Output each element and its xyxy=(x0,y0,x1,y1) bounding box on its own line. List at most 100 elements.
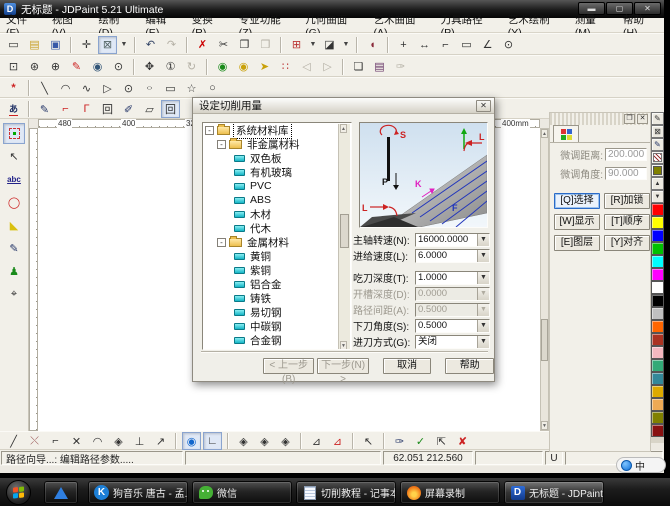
dialog-title-bar[interactable]: 设定切削用量 ✕ xyxy=(193,98,494,114)
delete-red-icon[interactable]: ✘ xyxy=(453,432,472,450)
combobox-arrow-icon[interactable]: ▼ xyxy=(477,272,489,284)
point-red-icon[interactable]: * xyxy=(4,79,23,97)
tree-item[interactable]: 易切钢 xyxy=(203,305,351,319)
tree-expander-icon[interactable]: - xyxy=(205,126,214,135)
cut-icon[interactable]: ✂ xyxy=(214,36,233,54)
color-swatch[interactable] xyxy=(651,320,664,333)
tree-scroll-down-icon[interactable]: ▼ xyxy=(340,341,347,350)
color-swatch[interactable] xyxy=(651,229,664,242)
tree-item[interactable]: 紫铜 xyxy=(203,263,351,277)
tree-item[interactable]: PVC xyxy=(203,179,351,193)
color-swatch[interactable] xyxy=(651,203,664,216)
measure-circle-icon[interactable]: ⊙ xyxy=(499,36,518,54)
node-arrow-icon[interactable]: ↖ xyxy=(3,146,25,167)
fill-lamp-icon[interactable]: ◣ xyxy=(3,215,25,236)
eye-icon[interactable]: ◉ xyxy=(88,58,107,76)
snap-cross-icon[interactable]: ✕ xyxy=(67,432,86,450)
taskbar-pinned-app[interactable] xyxy=(44,481,78,504)
color-swatch[interactable] xyxy=(651,255,664,268)
color-swatch[interactable] xyxy=(651,333,664,346)
color-swatch[interactable] xyxy=(651,385,664,398)
arc-icon[interactable]: ◠ xyxy=(56,79,75,97)
combobox-arrow-icon[interactable]: ▼ xyxy=(477,250,489,262)
scroll-up-icon[interactable]: ▲ xyxy=(541,129,548,138)
snap-corner-icon[interactable]: ⌐ xyxy=(46,432,65,450)
bulb-cursor-icon[interactable]: ➤ xyxy=(255,58,274,76)
tree-scrollbar[interactable]: ▲ ▼ xyxy=(338,124,350,350)
tree-expander-icon[interactable]: - xyxy=(217,140,226,149)
measure-angle-icon[interactable]: ∠ xyxy=(478,36,497,54)
color-swatch[interactable] xyxy=(651,424,664,437)
pick-box-icon[interactable] xyxy=(3,123,25,144)
panel-close-icon[interactable]: ✕ xyxy=(637,114,648,124)
circle-center-icon[interactable]: ⊙ xyxy=(119,79,138,97)
tree-item[interactable]: 黄铜 xyxy=(203,249,351,263)
color-swatch[interactable] xyxy=(651,307,664,320)
start-button[interactable] xyxy=(6,480,31,505)
delete-icon[interactable]: ✗ xyxy=(193,36,212,54)
field-combobox[interactable]: 关闭▼ xyxy=(415,335,490,349)
bulb-yellow-icon[interactable]: ◉ xyxy=(234,58,253,76)
drop-icon[interactable]: ▼ xyxy=(308,36,318,54)
solid-view-icon[interactable]: ◪ xyxy=(320,36,339,54)
taskbar-item-notepad[interactable]: 切削教程 - 记事本 xyxy=(296,481,396,504)
drop-icon[interactable]: ▼ xyxy=(119,36,129,54)
text-vert-icon[interactable]: あ xyxy=(4,100,23,118)
taskbar-item-jdpaint[interactable]: D无标题 - JDPaint ... xyxy=(504,481,604,504)
node-move-icon[interactable]: ⇱ xyxy=(432,432,451,450)
panel-button[interactable]: [E]图层 xyxy=(554,235,600,251)
zoom-window-icon[interactable]: ⊡ xyxy=(4,58,23,76)
tool-edit-icon[interactable]: ✑ xyxy=(390,432,409,450)
book-icon[interactable]: ❏ xyxy=(349,58,368,76)
scroll-down-icon[interactable]: ▼ xyxy=(651,190,664,203)
bulb-green-icon[interactable]: ◉ xyxy=(213,58,232,76)
undo-icon[interactable]: ↶ xyxy=(141,36,160,54)
lamp-icon[interactable]: ◖ xyxy=(363,36,382,54)
line-icon[interactable]: ╲ xyxy=(35,79,54,97)
measure-point-icon[interactable]: + xyxy=(394,36,413,54)
segment-icon[interactable]: ╱ xyxy=(4,432,23,450)
plane-a-icon[interactable]: ⊿ xyxy=(307,432,326,450)
panel-button[interactable]: [Q]选择 xyxy=(554,193,600,209)
tree-item[interactable]: 双色板 xyxy=(203,151,351,165)
tool-draw-icon[interactable]: ✓ xyxy=(411,432,430,450)
back-button[interactable]: < 上一步(B) xyxy=(263,358,314,374)
combobox-arrow-icon[interactable]: ▼ xyxy=(477,320,489,332)
tree-scroll-thumb[interactable] xyxy=(340,214,349,248)
panel-button[interactable]: [R]加锁 xyxy=(604,193,650,209)
cursor-pick-icon[interactable]: ↖ xyxy=(359,432,378,450)
tree-item[interactable]: 木材 xyxy=(203,207,351,221)
ellipse-icon[interactable]: ○ xyxy=(140,79,159,97)
copy-icon[interactable]: ❐ xyxy=(235,36,254,54)
polygon-icon[interactable]: ▷ xyxy=(98,79,117,97)
brush-icon[interactable]: ✎ xyxy=(651,138,664,151)
ellipse-nodes-icon[interactable]: ◯ xyxy=(3,192,25,213)
tree-item[interactable]: -金属材料 xyxy=(203,235,351,249)
rect-icon[interactable]: ▭ xyxy=(161,79,180,97)
book-lines-icon[interactable]: ▤ xyxy=(370,58,389,76)
color-swatch[interactable] xyxy=(651,294,664,307)
slot-icon[interactable]: ▱ xyxy=(140,100,159,118)
new-icon[interactable]: ▭ xyxy=(4,36,23,54)
color-swatch[interactable] xyxy=(651,398,664,411)
taskbar-item-wechat[interactable]: 微信 xyxy=(192,481,292,504)
zoom-object-icon[interactable]: ⊙ xyxy=(109,58,128,76)
panel-button[interactable]: [Y]对齐 xyxy=(604,235,650,251)
tree-expander-icon[interactable]: - xyxy=(217,238,226,247)
color-swatch[interactable] xyxy=(651,268,664,281)
iso-b-icon[interactable]: ◈ xyxy=(255,432,274,450)
field-combobox[interactable]: 0.5000▼ xyxy=(415,319,490,333)
save-icon[interactable]: ▣ xyxy=(46,36,65,54)
tree-item[interactable]: 铝合金 xyxy=(203,277,351,291)
panel-button[interactable]: [W]显示 xyxy=(554,214,600,230)
next-button[interactable]: 下一步(N) > xyxy=(317,358,368,374)
field-combobox[interactable]: 1.0000▼ xyxy=(415,271,490,285)
field-combobox[interactable]: 16000.0000▼ xyxy=(415,233,490,247)
scroll-up-icon[interactable]: ▲ xyxy=(651,177,664,190)
fillet-a-icon[interactable]: ⌐ xyxy=(56,100,75,118)
star-icon[interactable]: ☆ xyxy=(182,79,201,97)
taskbar-item-kugou[interactable]: K狗音乐 唐古 - 孟... xyxy=(88,481,188,504)
text-abc-icon[interactable]: abc xyxy=(3,169,25,190)
tree-item[interactable]: -非金属材料 xyxy=(203,137,351,151)
brush-icon[interactable]: ✎ xyxy=(3,238,25,259)
